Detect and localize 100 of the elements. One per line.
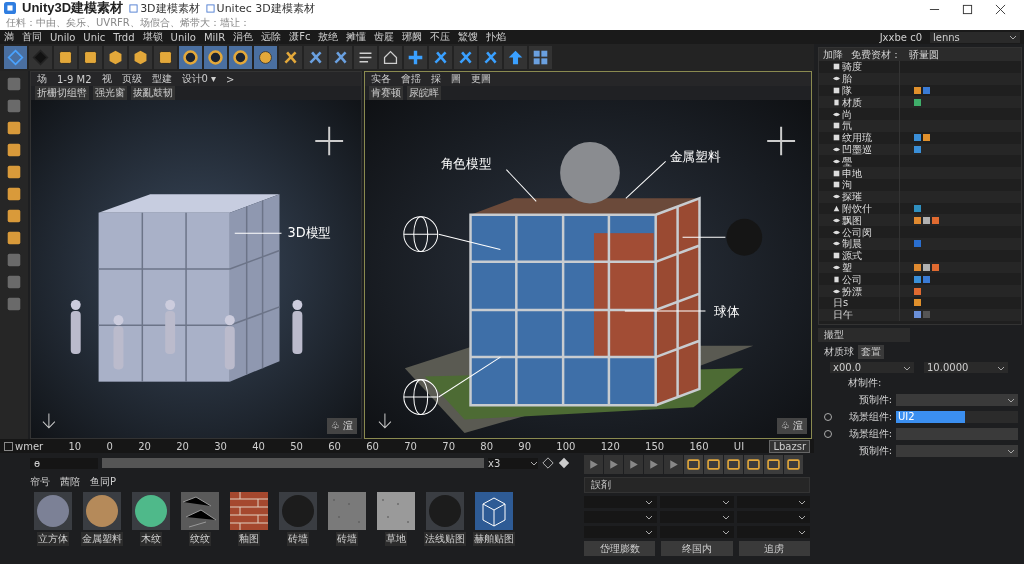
viewport-tab[interactable]: 实各 — [371, 72, 391, 86]
menu-item[interactable]: Trdd — [113, 31, 135, 43]
toolbar-button[interactable] — [129, 46, 152, 69]
filter-dropdown[interactable]: ⅹ3 — [488, 457, 538, 469]
panel-toggle-button[interactable] — [704, 455, 723, 474]
diamond-icon[interactable] — [558, 457, 570, 469]
menu-item[interactable]: 涓色 — [233, 30, 254, 44]
render-badge[interactable]: ♧ 渲 — [326, 418, 357, 434]
viewport-tab[interactable]: 设计0 ▾ — [181, 72, 217, 86]
menu-item[interactable]: Unic — [83, 31, 106, 43]
toolbar-button[interactable] — [279, 46, 302, 69]
viewport-subtab[interactable]: 尿皖晖 — [407, 86, 441, 100]
outliner-item[interactable]: 公司闵 — [833, 226, 899, 238]
tool-icon[interactable] — [5, 295, 23, 313]
outliner-item[interactable]: 隊 — [833, 85, 899, 96]
menu-item[interactable]: Unilo — [50, 31, 76, 43]
viewport-subtab[interactable]: 强光窗 — [93, 86, 127, 100]
dropdown-field[interactable] — [896, 394, 1018, 406]
value-dropdown[interactable]: x00.0 — [830, 362, 914, 373]
menu-item[interactable]: 远除 — [261, 30, 282, 44]
value-dropdown[interactable]: 10.0000 — [924, 362, 1008, 373]
panel-toggle-button[interactable] — [724, 455, 743, 474]
toolbar-button[interactable] — [179, 46, 202, 69]
menu-item[interactable]: MiIR — [203, 31, 226, 43]
viewport-tab[interactable]: 场 — [37, 72, 47, 86]
outliner-item[interactable]: 附饮什 — [833, 202, 899, 214]
toolbar-button[interactable] — [504, 46, 527, 69]
material-thumbnail[interactable] — [83, 492, 121, 530]
tool-icon[interactable] — [5, 207, 23, 225]
menu-item[interactable]: 鰵馊 — [458, 30, 479, 44]
viewport-tab[interactable]: 會揺 — [401, 72, 421, 86]
viewport-tab[interactable]: 更圖 — [471, 72, 491, 86]
toolbar-button[interactable] — [404, 46, 427, 69]
viewport-tab[interactable]: 圖 — [451, 72, 461, 86]
material-thumbnail[interactable] — [377, 492, 415, 530]
toolbar-button[interactable] — [329, 46, 352, 69]
toolbar-button[interactable] — [479, 46, 502, 69]
maximize-icon[interactable] — [962, 4, 973, 15]
outliner-item[interactable]: 洵 — [833, 179, 899, 191]
toolbar-button[interactable] — [54, 46, 77, 69]
asset-path-field[interactable] — [102, 458, 484, 468]
search-field[interactable]: ɵ — [30, 457, 98, 469]
menu-item[interactable]: 扑焰 — [486, 30, 507, 44]
menu-item[interactable]: 敖绝 — [318, 30, 339, 44]
gizmo-icon[interactable] — [766, 125, 797, 157]
material-thumbnail[interactable] — [181, 492, 219, 530]
action-button[interactable]: 追虏 — [738, 541, 810, 556]
playback-button[interactable] — [584, 455, 603, 474]
outliner-item[interactable]: 公司 — [833, 273, 899, 285]
diamond-icon[interactable] — [542, 457, 554, 469]
material-thumbnail[interactable] — [132, 492, 170, 530]
asset-tab[interactable]: 茜陪 — [60, 475, 80, 489]
playback-button[interactable] — [624, 455, 643, 474]
menu-item[interactable]: 首同 — [22, 30, 42, 44]
tool-icon[interactable] — [5, 163, 23, 181]
toolbar-button[interactable] — [104, 46, 127, 69]
viewport-subtab[interactable]: 肯赛顿 — [369, 86, 403, 100]
viewport-tab[interactable]: 型建 — [151, 72, 172, 86]
playback-button[interactable] — [644, 455, 663, 474]
viewport-tab[interactable]: 视 — [101, 72, 112, 86]
viewport-tab[interactable]: 採 — [431, 72, 441, 86]
filter-value[interactable]: 骄量圆 — [909, 48, 939, 62]
gizmo-icon[interactable] — [314, 125, 345, 157]
menu-item[interactable]: 堪锁 — [142, 30, 163, 44]
asset-tab[interactable]: 鱼同P — [90, 475, 117, 489]
input-field[interactable] — [896, 428, 1018, 440]
viewport-tab[interactable]: 1-9 M2 — [57, 73, 92, 85]
tool-icon[interactable] — [5, 75, 23, 93]
toolbar-button[interactable] — [454, 46, 477, 69]
toolbar-button[interactable] — [304, 46, 327, 69]
material-thumbnail[interactable] — [475, 492, 513, 530]
toolbar-button[interactable] — [354, 46, 377, 69]
menu-item[interactable]: 齿屣 — [374, 30, 395, 44]
playback-button[interactable] — [604, 455, 623, 474]
tool-icon[interactable] — [5, 141, 23, 159]
viewport-tab[interactable]: > — [226, 73, 235, 85]
viewport-subtab[interactable]: 拔亂鼓韧 — [131, 86, 175, 100]
menu-item[interactable]: 滠Fc — [289, 30, 311, 44]
outliner-item[interactable]: 璺 — [833, 155, 899, 167]
close-icon[interactable] — [995, 4, 1006, 15]
document-tab[interactable]: Unitec 3D建模素材 — [205, 0, 315, 16]
menu-item[interactable]: 不压 — [430, 30, 451, 44]
tool-icon[interactable] — [5, 273, 23, 291]
apply-button[interactable]: 套置 — [858, 345, 884, 359]
panel-toggle-button[interactable] — [684, 455, 703, 474]
material-thumbnail[interactable] — [230, 492, 268, 530]
toolbar-button[interactable] — [154, 46, 177, 69]
material-thumbnail[interactable] — [279, 492, 317, 530]
dropdown-field[interactable] — [896, 445, 1018, 457]
toolbar-button[interactable] — [529, 46, 552, 69]
tool-icon[interactable] — [5, 229, 23, 247]
menu-item[interactable]: Unilo — [170, 31, 196, 43]
panel-toggle-button[interactable] — [764, 455, 783, 474]
viewport-tab[interactable]: 页级 — [121, 72, 142, 86]
menu-item[interactable]: 琊阙 — [402, 30, 423, 44]
timeline-button[interactable]: Lbazsr — [769, 439, 810, 453]
outliner-item[interactable]: 源式 — [833, 250, 899, 262]
tool-icon[interactable] — [5, 97, 23, 115]
toolbar-button[interactable] — [229, 46, 252, 69]
render-badge[interactable]: ♧ 渲 — [776, 418, 807, 434]
